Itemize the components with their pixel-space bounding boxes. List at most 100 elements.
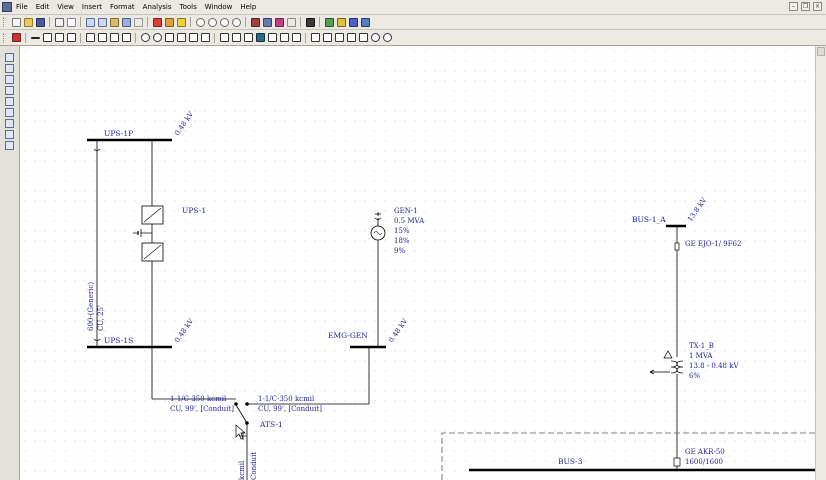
fuse-icon[interactable] bbox=[674, 242, 680, 251]
save-icon[interactable] bbox=[35, 17, 45, 27]
arrow-down-icon-3[interactable] bbox=[188, 33, 198, 42]
close-icon[interactable]: × bbox=[813, 2, 822, 11]
grid-icon[interactable] bbox=[262, 17, 272, 27]
gen-1-symbol[interactable] bbox=[370, 212, 386, 241]
relay-icon[interactable] bbox=[66, 33, 76, 42]
menu-file[interactable]: File bbox=[16, 2, 28, 12]
gen-1-line1: 15% bbox=[394, 227, 410, 235]
bus-1a-label: BUS-1_A bbox=[632, 215, 666, 224]
meter-icon[interactable] bbox=[346, 33, 356, 42]
transformer-icon[interactable] bbox=[219, 33, 229, 42]
paste-icon[interactable] bbox=[109, 17, 119, 27]
tx-1b-symbol[interactable] bbox=[649, 350, 684, 458]
select-arrow-icon[interactable] bbox=[11, 33, 21, 42]
open-folder-icon[interactable] bbox=[23, 17, 33, 27]
bus-icon[interactable] bbox=[30, 36, 40, 39]
filter-icon[interactable] bbox=[334, 33, 344, 42]
zoom-in-icon[interactable] bbox=[207, 17, 217, 27]
bus-ups-1p-kv: 0.48 kV bbox=[173, 110, 196, 138]
menu-analysis[interactable]: Analysis bbox=[143, 2, 172, 12]
print-preview-icon[interactable] bbox=[66, 17, 76, 27]
zoom-out-icon[interactable] bbox=[219, 17, 229, 27]
minimize-icon[interactable]: – bbox=[789, 2, 798, 11]
toolbar-separator bbox=[190, 17, 191, 27]
toolbar-grip[interactable] bbox=[3, 32, 7, 43]
ups-icon[interactable] bbox=[370, 33, 380, 42]
lamp-icon[interactable] bbox=[164, 17, 174, 27]
one-line-diagram[interactable]: UPS-1P 0.48 kV UPS-1S 0.48 kV 600-(Gener… bbox=[20, 46, 815, 480]
ct-icon[interactable] bbox=[279, 33, 289, 42]
palette-button-icon[interactable] bbox=[5, 108, 14, 117]
connect-icon[interactable] bbox=[360, 17, 370, 27]
ge-akr-50-breaker[interactable] bbox=[673, 457, 681, 470]
generator-icon[interactable] bbox=[140, 33, 150, 42]
palette-button-icon[interactable] bbox=[5, 130, 14, 139]
pointer-tool-icon[interactable] bbox=[152, 17, 162, 27]
switch-icon[interactable] bbox=[54, 33, 64, 42]
panel-icon[interactable] bbox=[255, 33, 265, 42]
analysis-icon[interactable] bbox=[324, 17, 334, 27]
format-icon[interactable] bbox=[274, 17, 284, 27]
cut-icon[interactable] bbox=[85, 17, 95, 27]
palette-button-icon[interactable] bbox=[5, 141, 14, 150]
load-icon[interactable] bbox=[97, 33, 107, 42]
menu-edit[interactable]: Edit bbox=[36, 2, 50, 12]
menu-tools[interactable]: Tools bbox=[180, 2, 197, 12]
app-icon[interactable] bbox=[2, 2, 12, 12]
palette-button-icon[interactable] bbox=[5, 97, 14, 106]
pt-icon[interactable] bbox=[291, 33, 301, 42]
motor-icon[interactable] bbox=[85, 33, 95, 42]
bulb-icon[interactable] bbox=[176, 17, 186, 27]
reactor-icon[interactable] bbox=[243, 33, 253, 42]
utility-icon[interactable] bbox=[152, 33, 162, 42]
tx-1b-voltage: 13.8 - 0.48 kV bbox=[689, 362, 739, 370]
menu-format[interactable]: Format bbox=[110, 2, 135, 12]
palette-button-icon[interactable] bbox=[5, 86, 14, 95]
print-icon[interactable] bbox=[54, 17, 64, 27]
ups-cable-size: 600-(Generic) bbox=[87, 282, 95, 331]
chevron-down-icon[interactable] bbox=[322, 33, 332, 42]
new-file-icon[interactable] bbox=[11, 17, 21, 27]
lightning-icon[interactable] bbox=[336, 17, 346, 27]
inverter-icon[interactable] bbox=[382, 33, 392, 42]
undo-icon[interactable] bbox=[121, 17, 131, 27]
vertical-scrollbar[interactable] bbox=[815, 46, 826, 480]
scroll-up-icon[interactable] bbox=[817, 47, 825, 56]
toolbar-separator bbox=[319, 17, 320, 27]
link-icon[interactable] bbox=[348, 17, 358, 27]
restore-icon[interactable]: ❐ bbox=[801, 2, 810, 11]
zoom-fit-icon[interactable] bbox=[195, 17, 205, 27]
palette-button-icon[interactable] bbox=[5, 64, 14, 73]
menu-bar: File Edit View Insert Format Analysis To… bbox=[0, 0, 826, 15]
palette-button-icon[interactable] bbox=[5, 119, 14, 128]
capacitor-icon[interactable] bbox=[121, 33, 131, 42]
breaker-icon[interactable] bbox=[42, 33, 52, 42]
zoom-window-icon[interactable] bbox=[231, 17, 241, 27]
switchgear-boundary[interactable] bbox=[441, 432, 815, 480]
menu-insert[interactable]: Insert bbox=[82, 2, 102, 12]
chevron-right-icon[interactable] bbox=[310, 33, 320, 42]
cable-icon[interactable] bbox=[267, 33, 277, 42]
menu-help[interactable]: Help bbox=[240, 2, 256, 12]
arrow-down-icon[interactable] bbox=[164, 33, 174, 42]
fuse-icon[interactable] bbox=[109, 33, 119, 42]
left-toolbar bbox=[0, 46, 20, 480]
run-icon[interactable] bbox=[305, 17, 315, 27]
bus-ups-1p-label: UPS-1P bbox=[104, 129, 133, 138]
ground-icon[interactable] bbox=[231, 33, 241, 42]
battery-icon[interactable] bbox=[358, 33, 368, 42]
toolbar-grip[interactable] bbox=[3, 17, 7, 27]
copy-icon[interactable] bbox=[97, 17, 107, 27]
ups-1-symbol[interactable] bbox=[141, 205, 164, 264]
report-icon[interactable] bbox=[250, 17, 260, 27]
redo-icon[interactable] bbox=[133, 17, 143, 27]
palette-button-icon[interactable] bbox=[5, 53, 14, 62]
menu-view[interactable]: View bbox=[57, 2, 74, 12]
arrow-down-icon-4[interactable] bbox=[200, 33, 210, 42]
dropdown-icon[interactable] bbox=[286, 17, 296, 27]
one-line-diagram-canvas[interactable]: UPS-1P 0.48 kV UPS-1S 0.48 kV 600-(Gener… bbox=[20, 46, 815, 480]
ups-cable-spec: CU, 25' bbox=[97, 305, 105, 331]
palette-button-icon[interactable] bbox=[5, 75, 14, 84]
arrow-down-icon-2[interactable] bbox=[176, 33, 186, 42]
menu-window[interactable]: Window bbox=[205, 2, 233, 12]
